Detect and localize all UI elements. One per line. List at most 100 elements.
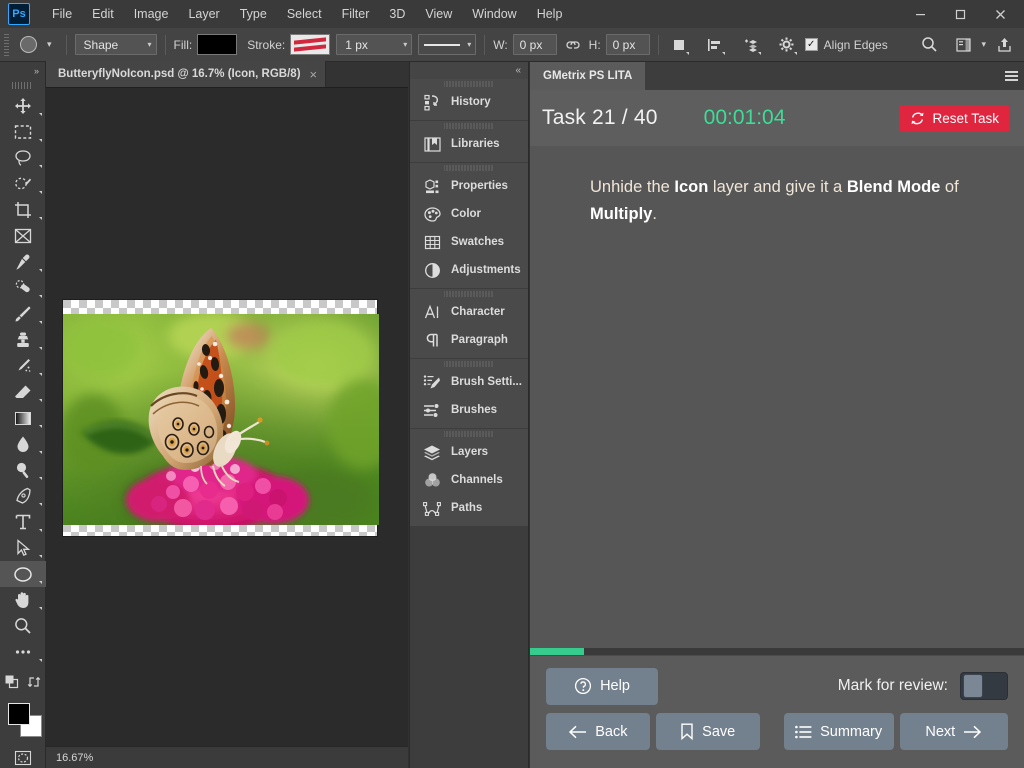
butterfly-photo [63, 314, 379, 525]
dock-group-gripper[interactable] [444, 121, 494, 130]
sidebar-item-label: History [451, 96, 491, 108]
gmetrix-panel-menu-button[interactable] [998, 62, 1024, 90]
default-colors-icon[interactable] [5, 675, 19, 689]
back-button[interactable]: Back [546, 713, 650, 750]
shape-mode-select[interactable]: Shape ▾ [74, 34, 157, 55]
clone-stamp-tool[interactable] [0, 327, 46, 353]
canvas-background[interactable] [46, 88, 408, 743]
spot-healing-brush-tool[interactable] [0, 275, 46, 301]
sidebar-item-channels[interactable]: Channels [410, 466, 528, 494]
crop-tool[interactable] [0, 197, 46, 223]
dock-group-gripper[interactable] [444, 163, 494, 172]
blur-tool[interactable] [0, 431, 46, 457]
sidebar-item-adjustments[interactable]: Adjustments [410, 256, 528, 284]
path-alignment-icon[interactable] [703, 33, 727, 57]
sidebar-item-brushes[interactable]: Brushes [410, 396, 528, 424]
width-input[interactable]: 0 px [512, 34, 557, 55]
menu-edit[interactable]: Edit [82, 3, 124, 25]
maximize-button[interactable] [940, 2, 980, 26]
path-arrangement-icon[interactable] [739, 33, 763, 57]
options-bar-gripper[interactable] [4, 33, 9, 56]
menu-type[interactable]: Type [230, 3, 277, 25]
object-selection-tool[interactable] [0, 171, 46, 197]
link-icon[interactable] [561, 33, 585, 57]
height-input[interactable]: 0 px [605, 34, 650, 55]
sidebar-item-character[interactable]: Character [410, 298, 528, 326]
eyedropper-tool[interactable] [0, 249, 46, 275]
sidebar-item-color[interactable]: Color [410, 200, 528, 228]
workspace-icon[interactable] [951, 33, 975, 57]
move-tool[interactable] [0, 93, 46, 119]
character-icon [422, 302, 442, 322]
history-brush-tool[interactable] [0, 353, 46, 379]
dodge-tool[interactable] [0, 457, 46, 483]
sidebar-item-history[interactable]: History [410, 88, 528, 116]
swap-colors-icon[interactable] [27, 675, 41, 689]
close-button[interactable] [980, 2, 1020, 26]
align-edges-control[interactable]: ✓ Align Edges [804, 38, 893, 52]
ellipse-tool[interactable] [0, 561, 46, 587]
minimize-button[interactable] [900, 2, 940, 26]
share-icon[interactable] [992, 33, 1016, 57]
search-icon[interactable] [917, 33, 941, 57]
sidebar-item-properties[interactable]: Properties [410, 172, 528, 200]
dock-group-gripper[interactable] [444, 79, 494, 88]
menu-help[interactable]: Help [527, 3, 573, 25]
path-selection-tool[interactable] [0, 535, 46, 561]
workspace-chevron-down-icon[interactable]: ▾ [975, 39, 992, 50]
quick-mask-icon[interactable] [0, 745, 46, 768]
path-operations-icon[interactable] [667, 33, 691, 57]
dock-group-gripper[interactable] [444, 289, 494, 298]
summary-button[interactable]: Summary [783, 713, 894, 750]
rectangular-marquee-tool[interactable] [0, 119, 46, 145]
toolbar-gripper[interactable] [12, 79, 33, 91]
lasso-tool[interactable] [0, 145, 46, 171]
gradient-tool[interactable] [0, 405, 46, 431]
dock-group-gripper[interactable] [444, 359, 494, 368]
document-tab[interactable]: ButteryflyNoIcon.psd @ 16.7% (Icon, RGB/… [46, 61, 327, 87]
stroke-style-select[interactable]: ▾ [418, 34, 477, 55]
stroke-color-swatch[interactable] [290, 34, 331, 55]
toolbar-collapse-button[interactable]: » [0, 62, 45, 79]
help-button[interactable]: Help [546, 667, 658, 705]
menu-file[interactable]: File [42, 3, 82, 25]
next-button[interactable]: Next [899, 713, 1009, 750]
zoom-level[interactable]: 16.67% [46, 752, 93, 764]
menu-layer[interactable]: Layer [178, 3, 229, 25]
stroke-width-select[interactable]: 1 px ▾ [336, 34, 413, 55]
tool-preset-chevron-down-icon[interactable]: ▾ [41, 39, 58, 50]
pen-tool[interactable] [0, 483, 46, 509]
save-button[interactable]: Save [655, 713, 760, 750]
sidebar-item-libraries[interactable]: Libraries [410, 130, 528, 158]
eraser-tool[interactable] [0, 379, 46, 405]
menu-select[interactable]: Select [277, 3, 332, 25]
ellipse-tool-icon[interactable] [15, 33, 41, 57]
frame-tool[interactable] [0, 223, 46, 249]
zoom-tool[interactable] [0, 613, 46, 639]
menu-filter[interactable]: Filter [332, 3, 380, 25]
reset-task-button[interactable]: Reset Task [899, 104, 1010, 132]
fill-color-swatch[interactable] [197, 34, 238, 55]
menu-window[interactable]: Window [462, 3, 526, 25]
document-canvas[interactable] [62, 299, 379, 537]
tab-gmetrix-ps-lita[interactable]: GMetrix PS LITA [530, 62, 646, 90]
menu-image[interactable]: Image [124, 3, 179, 25]
close-icon[interactable]: × [310, 68, 318, 81]
menu-view[interactable]: View [415, 3, 462, 25]
edit-toolbar-tool[interactable] [0, 639, 46, 665]
menu-3d[interactable]: 3D [379, 3, 415, 25]
brush-tool[interactable] [0, 301, 46, 327]
type-tool[interactable] [0, 509, 46, 535]
sidebar-item-brush-settings[interactable]: Brush Setti... [410, 368, 528, 396]
dock-collapse-button[interactable]: « [410, 62, 528, 79]
gear-icon[interactable] [775, 33, 799, 57]
dock-group-gripper[interactable] [444, 429, 494, 438]
mark-for-review-toggle[interactable] [960, 672, 1008, 700]
align-edges-checkbox[interactable]: ✓ [804, 38, 818, 51]
sidebar-item-layers[interactable]: Layers [410, 438, 528, 466]
hand-tool[interactable] [0, 587, 46, 613]
sidebar-item-paragraph[interactable]: Paragraph [410, 326, 528, 354]
foreground-color-swatch[interactable] [8, 703, 30, 725]
sidebar-item-paths[interactable]: Paths [410, 494, 528, 522]
sidebar-item-swatches[interactable]: Swatches [410, 228, 528, 256]
